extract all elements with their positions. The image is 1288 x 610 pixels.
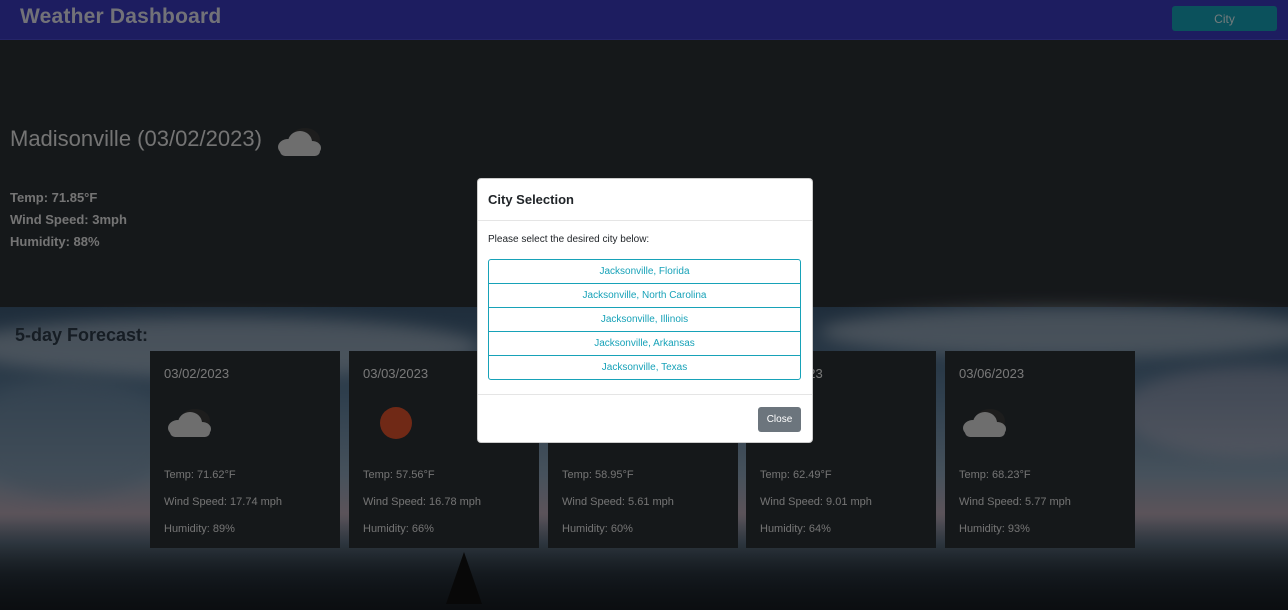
city-option-jacksonville-texas[interactable]: Jacksonville, Texas (488, 355, 801, 380)
city-option-jacksonville-illinois[interactable]: Jacksonville, Illinois (488, 307, 801, 332)
city-option-jacksonville-arkansas[interactable]: Jacksonville, Arkansas (488, 331, 801, 356)
modal-title: City Selection (488, 192, 574, 207)
modal-prompt: Please select the desired city below: (488, 234, 650, 245)
modal-header: City Selection (478, 179, 812, 221)
close-button[interactable]: Close (758, 407, 801, 432)
city-option-jacksonville-north-carolina[interactable]: Jacksonville, North Carolina (488, 283, 801, 308)
city-option-jacksonville-florida[interactable]: Jacksonville, Florida (488, 259, 801, 284)
city-selection-modal: City Selection Please select the desired… (477, 178, 813, 443)
modal-footer: Close (478, 394, 812, 443)
city-option-list: Jacksonville, Florida Jacksonville, Nort… (488, 259, 801, 380)
